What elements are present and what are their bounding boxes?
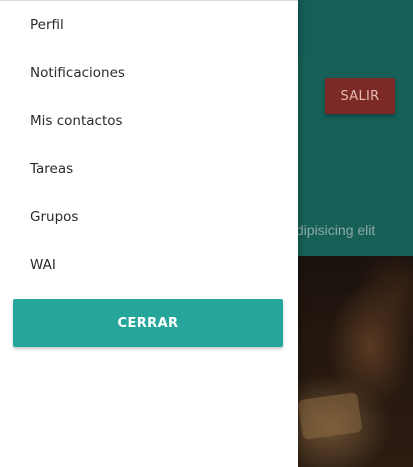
- logout-button[interactable]: SALIR: [325, 78, 395, 114]
- drawer-item-notificaciones[interactable]: Notificaciones: [0, 48, 298, 96]
- close-drawer-button[interactable]: CERRAR: [13, 299, 283, 347]
- drawer-item-mis-contactos[interactable]: Mis contactos: [0, 96, 298, 144]
- app-screen: SALIR dipisicing elit. Perfil Notificaci…: [0, 0, 413, 467]
- drawer-item-perfil[interactable]: Perfil: [0, 0, 298, 48]
- side-drawer: Perfil Notificaciones Mis contactos Tare…: [0, 0, 298, 467]
- drawer-item-wai[interactable]: WAI: [0, 240, 298, 288]
- hero-body-text: dipisicing elit.: [292, 222, 376, 238]
- drawer-menu: Perfil Notificaciones Mis contactos Tare…: [0, 0, 298, 288]
- drawer-item-grupos[interactable]: Grupos: [0, 192, 298, 240]
- drawer-item-tareas[interactable]: Tareas: [0, 144, 298, 192]
